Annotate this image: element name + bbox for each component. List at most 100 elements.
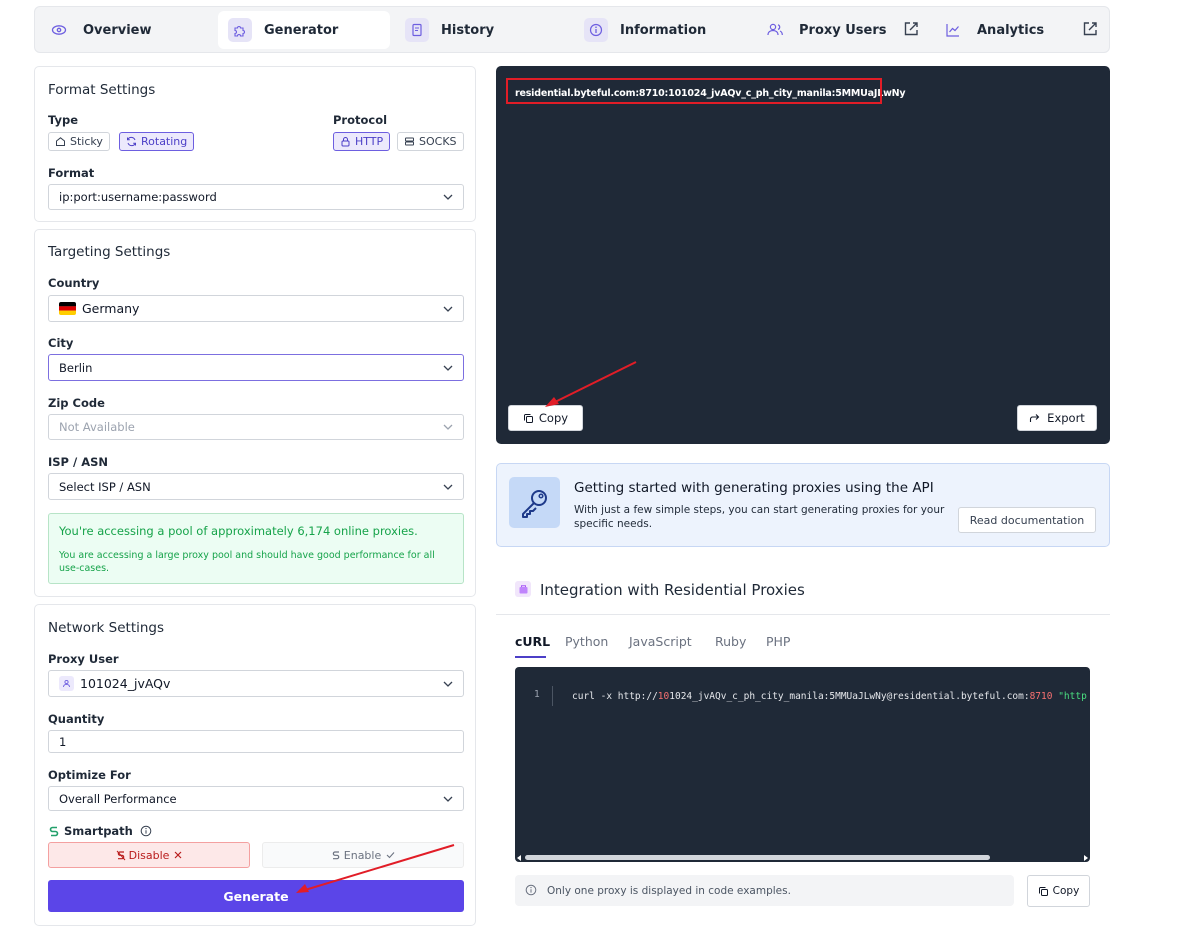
copy-code-label: Copy [1052, 885, 1080, 897]
package-icon [515, 581, 531, 597]
tab-information[interactable]: Information [574, 11, 744, 49]
country-label: Country [48, 276, 100, 290]
key-icon [509, 477, 560, 528]
quantity-label: Quantity [48, 712, 105, 726]
tab-overview[interactable]: Overview [37, 11, 207, 49]
zip-select-value: Not Available [59, 420, 135, 434]
document-icon [405, 18, 429, 42]
code-rest: 1024_jvAQv_c_ph_city_manila:5MMUaJLwNy@r… [669, 691, 1030, 702]
users-icon [763, 18, 787, 42]
tab-history[interactable]: History [395, 11, 565, 49]
tab-proxy-users[interactable]: Proxy Users [753, 11, 903, 49]
protocol-socks-option[interactable]: SOCKS [397, 132, 464, 151]
smartpath-enable-button[interactable]: Enable [262, 842, 464, 868]
type-label: Type [48, 113, 79, 127]
check-icon [386, 852, 395, 859]
proxy-user-select-value: 101024_jvAQv [80, 676, 171, 691]
tab-generator[interactable]: Generator [218, 11, 390, 49]
type-rotating-option[interactable]: Rotating [119, 132, 195, 151]
api-banner-title: Getting started with generating proxies … [574, 480, 934, 496]
tab-analytics-label: Analytics [977, 22, 1045, 38]
line-number: 1 [534, 689, 540, 700]
tab-javascript[interactable]: JavaScript [629, 634, 692, 649]
tab-analytics[interactable]: Analytics [931, 11, 1081, 49]
quantity-input[interactable]: 1 [48, 730, 464, 753]
city-select-value: Berlin [59, 360, 93, 375]
code-note-text: Only one proxy is displayed in code exam… [547, 884, 791, 897]
tab-curl[interactable]: cURL [515, 634, 550, 649]
api-banner: Getting started with generating proxies … [496, 463, 1110, 547]
type-rotating-label: Rotating [141, 135, 188, 148]
chevron-down-icon [443, 796, 453, 802]
export-label: Export [1047, 411, 1085, 425]
smartpath-disable-button[interactable]: Disable [48, 842, 250, 868]
code-port: 8710 [1029, 691, 1053, 702]
integration-title: Integration with Residential Proxies [540, 581, 805, 599]
tab-proxy-users-label: Proxy Users [799, 22, 887, 38]
code-note: Only one proxy is displayed in code exam… [515, 875, 1014, 906]
smartpath-logo-icon [49, 826, 59, 836]
scroll-left-arrow[interactable] [517, 855, 521, 861]
type-sticky-label: Sticky [70, 135, 103, 148]
network-settings-card: Network Settings Proxy User 101024_jvAQv… [34, 604, 476, 926]
proxy-user-select[interactable]: 101024_jvAQv [48, 670, 464, 697]
info-icon [525, 884, 537, 896]
format-label: Format [48, 166, 95, 180]
smartpath-row: Smartpath [48, 824, 152, 838]
code-line: curl -x http://101024_jvAQv_c_ph_city_ma… [572, 691, 1087, 702]
external-link-icon[interactable] [902, 20, 920, 38]
tab-python[interactable]: Python [565, 634, 608, 649]
smartpath-disable-label: Disable [128, 848, 170, 862]
tab-php[interactable]: PHP [766, 634, 790, 649]
lock-icon [341, 137, 350, 147]
horizontal-scrollbar[interactable] [525, 855, 990, 860]
targeting-settings-card: Targeting Settings Country Germany City … [34, 229, 476, 597]
puzzle-icon [228, 18, 252, 42]
chevron-down-icon [443, 424, 453, 430]
proxy-user-label: Proxy User [48, 652, 119, 666]
format-settings-card: Format Settings Type Sticky Rotating Pro… [34, 66, 476, 222]
home-icon [56, 137, 65, 146]
protocol-label: Protocol [333, 113, 388, 127]
smartpath-enable-label: Enable [343, 848, 382, 862]
chart-icon [941, 18, 965, 42]
chevron-down-icon [443, 484, 453, 490]
country-select[interactable]: Germany [48, 295, 464, 322]
tab-ruby[interactable]: Ruby [715, 634, 746, 649]
generate-button[interactable]: Generate [48, 880, 464, 912]
protocol-http-option[interactable]: HTTP [333, 132, 391, 151]
pool-info-line1: You're accessing a pool of approximately… [59, 524, 418, 538]
export-button[interactable]: Export [1017, 405, 1097, 431]
format-settings-title: Format Settings [48, 82, 156, 98]
optimize-select[interactable]: Overall Performance [48, 786, 464, 811]
tab-history-label: History [441, 22, 495, 38]
copy-output-button[interactable]: Copy [508, 405, 583, 431]
user-icon [59, 676, 74, 691]
read-documentation-button[interactable]: Read documentation [958, 507, 1096, 533]
eye-icon [47, 18, 71, 42]
info-icon[interactable] [140, 825, 152, 837]
zip-select[interactable]: Not Available [48, 414, 464, 440]
pool-info-line2: You are accessing a large proxy pool and… [59, 550, 435, 574]
code-block[interactable]: 1 curl -x http://101024_jvAQv_c_ph_city_… [515, 667, 1090, 862]
city-select[interactable]: Berlin [48, 354, 464, 381]
tab-overview-label: Overview [83, 22, 152, 38]
germany-flag-icon [59, 302, 76, 315]
format-select[interactable]: ip:port:username:password [48, 184, 464, 210]
format-select-value: ip:port:username:password [59, 190, 217, 204]
active-tab-indicator [515, 656, 546, 658]
copy-icon [1038, 886, 1048, 896]
external-link-icon[interactable] [1081, 20, 1099, 38]
tab-information-label: Information [620, 22, 707, 38]
integration-header: Integration with Residential Proxies [496, 566, 1110, 615]
code-url: "http [1052, 691, 1087, 702]
type-sticky-option[interactable]: Sticky [48, 132, 110, 151]
copy-code-button[interactable]: Copy [1027, 875, 1090, 907]
zip-label: Zip Code [48, 396, 105, 410]
scroll-right-arrow[interactable] [1084, 855, 1088, 861]
info-icon [584, 18, 608, 42]
optimize-label: Optimize For [48, 768, 131, 782]
optimize-select-value: Overall Performance [59, 791, 177, 806]
isp-select[interactable]: Select ISP / ASN [48, 473, 464, 500]
network-settings-title: Network Settings [48, 620, 165, 636]
